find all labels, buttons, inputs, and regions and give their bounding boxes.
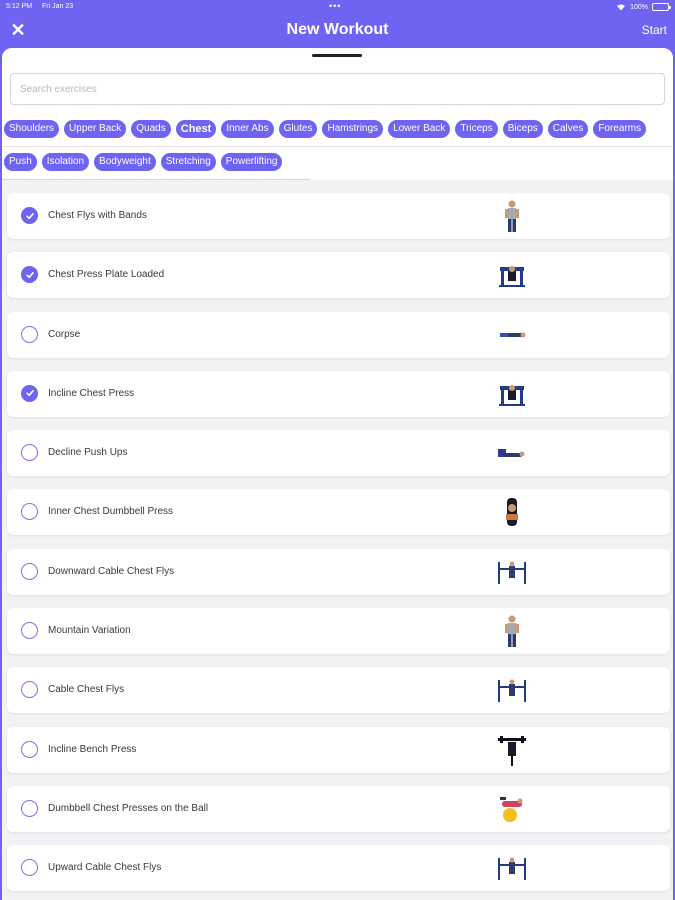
exercise-row[interactable]: Incline Chest Press bbox=[7, 370, 670, 417]
machine-press-icon bbox=[499, 384, 525, 406]
muscle-chip[interactable]: Inner Abs bbox=[221, 120, 274, 138]
exercise-name: Incline Chest Press bbox=[48, 387, 135, 399]
divider bbox=[2, 179, 310, 180]
muscle-chip[interactable]: Glutes bbox=[278, 120, 318, 138]
exercise-name: Chest Press Plate Loaded bbox=[48, 269, 165, 281]
exercise-name: Cable Chest Flys bbox=[48, 684, 125, 696]
muscle-chip[interactable]: Lower Back bbox=[388, 120, 451, 138]
exercise-name: Incline Bench Press bbox=[48, 743, 137, 755]
exercise-row[interactable]: Incline Bench Press bbox=[7, 726, 670, 773]
type-chip[interactable]: Push bbox=[4, 153, 37, 171]
muscle-chip[interactable]: Calves bbox=[547, 120, 589, 138]
exercise-name: Decline Push Ups bbox=[48, 447, 128, 459]
type-filter-row: Push Isolation Bodyweight Stretching Powerli… bbox=[2, 153, 308, 171]
machine-press-icon bbox=[499, 266, 525, 288]
exercise-name: Corpse bbox=[48, 328, 81, 340]
cable-machine-icon bbox=[498, 561, 526, 584]
exercise-row[interactable]: Mountain Variation bbox=[7, 608, 670, 655]
sheet-grabber[interactable] bbox=[312, 54, 362, 57]
type-chip[interactable]: Stretching bbox=[160, 153, 216, 171]
muscle-chip[interactable]: Triceps bbox=[455, 120, 498, 138]
muscle-chip[interactable]: Hamstrings bbox=[322, 120, 384, 138]
exercise-name: Mountain Variation bbox=[48, 625, 131, 637]
wifi-icon bbox=[617, 4, 626, 11]
battery-percent: 100% bbox=[630, 3, 648, 11]
status-right: 100% bbox=[616, 3, 671, 11]
exercise-row[interactable]: Chest Press Plate Loaded bbox=[7, 252, 670, 299]
exercise-row[interactable]: Decline Push Ups bbox=[7, 430, 670, 477]
muscle-chip[interactable]: Forearms bbox=[593, 120, 647, 138]
workout-sheet: ShouldersUpper BackQuadsChestInner AbsGl… bbox=[2, 48, 673, 900]
exercise-row[interactable]: Cable Chest Flys bbox=[7, 667, 670, 714]
cable-machine-icon bbox=[498, 857, 526, 881]
exercise-row[interactable]: Inner Chest Dumbbell Press bbox=[7, 489, 670, 536]
checked-circle-icon[interactable] bbox=[21, 266, 38, 284]
nav-bar: ✕ New Workout Start bbox=[0, 14, 675, 48]
person-standing-icon bbox=[505, 615, 519, 648]
unchecked-circle-icon[interactable] bbox=[21, 622, 38, 640]
unchecked-circle-icon[interactable] bbox=[21, 799, 38, 817]
type-chip[interactable]: Powerlifting bbox=[220, 153, 283, 171]
person-standing-icon bbox=[505, 200, 519, 232]
pushup-icon bbox=[498, 449, 525, 458]
muscle-chip[interactable]: Quads bbox=[131, 120, 171, 138]
muscle-filter-row: Shoulders Upper Back Quads Chest Inner Abs Gl… bbox=[2, 120, 673, 138]
filter-header: ShouldersUpper BackQuadsChestInner AbsGl… bbox=[2, 48, 673, 180]
exercise-name: Inner Chest Dumbbell Press bbox=[48, 506, 174, 518]
status-date: Fri Jan 23 bbox=[42, 3, 74, 10]
battery-icon bbox=[652, 3, 671, 11]
exercise-row[interactable]: Corpse bbox=[7, 311, 670, 358]
unchecked-circle-icon[interactable] bbox=[21, 444, 38, 462]
search-input[interactable] bbox=[10, 73, 665, 105]
unchecked-circle-icon[interactable] bbox=[21, 562, 38, 580]
status-time: 5:12 PM bbox=[6, 3, 33, 10]
exercise-name: Upward Cable Chest Flys bbox=[48, 862, 162, 874]
muscle-chip[interactable]: Upper Back bbox=[64, 120, 127, 138]
status-bar: 5:12 PM Fri Jan 23 ••• 100% bbox=[0, 0, 675, 14]
checked-circle-icon[interactable] bbox=[21, 384, 38, 402]
unchecked-circle-icon[interactable] bbox=[21, 859, 38, 877]
unchecked-circle-icon[interactable] bbox=[21, 740, 38, 758]
exercise-row[interactable]: Downward Cable Chest Flys bbox=[7, 548, 670, 595]
unchecked-circle-icon[interactable] bbox=[21, 325, 38, 343]
divider bbox=[2, 146, 673, 147]
bench-press-icon bbox=[498, 735, 526, 766]
exercise-list: Chest Flys with Bands Chest Press Plate L… bbox=[7, 193, 670, 900]
page-title: New Workout bbox=[286, 21, 389, 38]
exercise-row[interactable]: Upward Cable Chest Flys bbox=[7, 845, 670, 892]
unchecked-circle-icon[interactable] bbox=[21, 681, 38, 699]
dumbbell-press-icon bbox=[506, 498, 518, 527]
type-chip[interactable]: Bodyweight bbox=[94, 153, 156, 171]
exercise-row[interactable]: Dumbbell Chest Presses on the Ball bbox=[7, 785, 670, 832]
cable-machine-icon bbox=[498, 679, 526, 703]
muscle-chip[interactable]: Chest bbox=[175, 120, 217, 138]
exercise-name: Dumbbell Chest Presses on the Ball bbox=[48, 802, 209, 814]
exercise-name: Chest Flys with Bands bbox=[48, 210, 147, 221]
person-lying-icon bbox=[500, 332, 526, 338]
exercise-row[interactable]: Chest Flys with Bands bbox=[7, 193, 670, 239]
checked-circle-icon[interactable] bbox=[21, 207, 38, 224]
ball-press-icon bbox=[500, 796, 523, 822]
start-button[interactable]: Start bbox=[642, 23, 667, 37]
exercise-name: Downward Cable Chest Flys bbox=[48, 565, 175, 577]
type-chip[interactable]: Isolation bbox=[41, 153, 90, 171]
unchecked-circle-icon[interactable] bbox=[21, 503, 38, 521]
multitasking-dots[interactable]: ••• bbox=[329, 1, 341, 11]
muscle-chip[interactable]: Biceps bbox=[502, 120, 543, 138]
muscle-chip[interactable]: Shoulders bbox=[4, 120, 60, 138]
